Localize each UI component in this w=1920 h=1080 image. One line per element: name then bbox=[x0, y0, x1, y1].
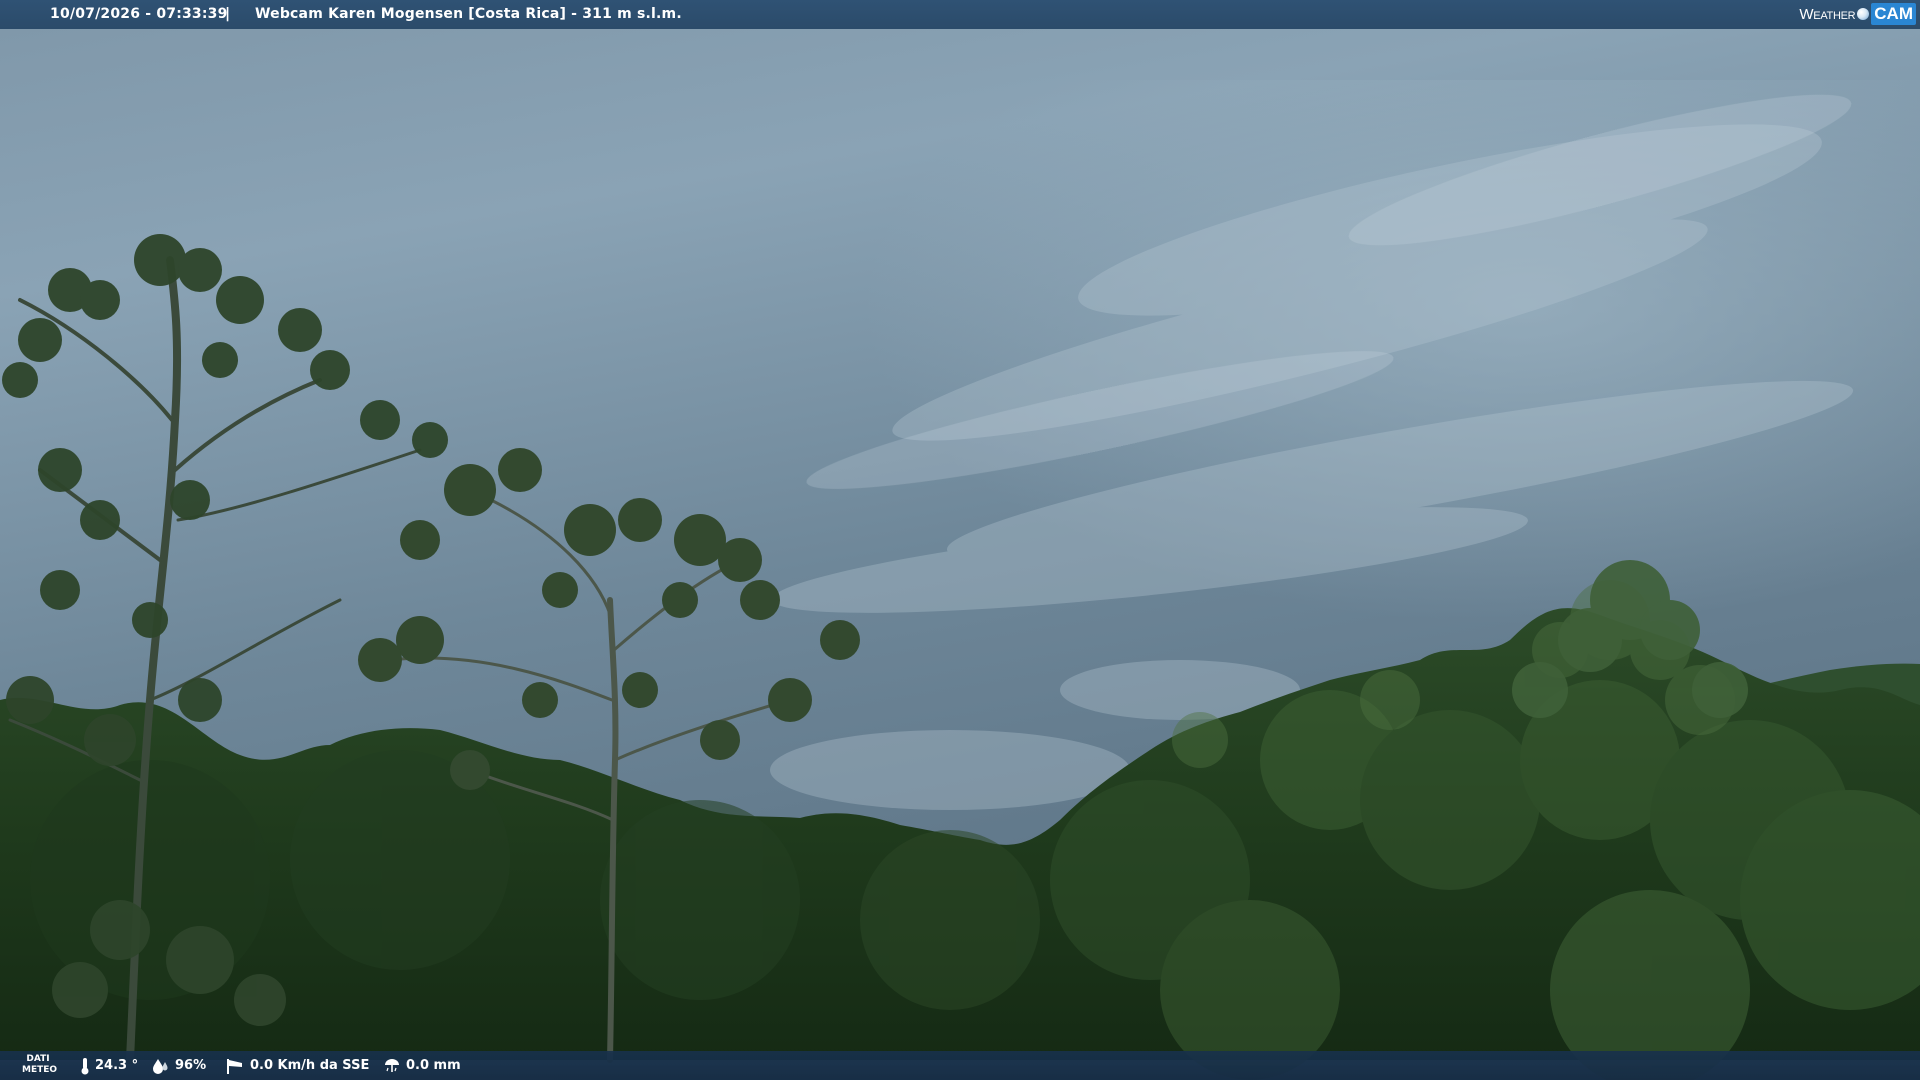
weather-data-bar: DATI METEO 24.3 ° 96% 0.0 Km/h da SSE 0.… bbox=[0, 1051, 1920, 1080]
webcam-image bbox=[0, 0, 1920, 1080]
logo-word-weather: Weather bbox=[1799, 5, 1856, 23]
rain-value: 0.0 mm bbox=[406, 1058, 461, 1073]
humidity-drop-icon bbox=[152, 1058, 170, 1074]
logo-word-cam: CAM bbox=[1871, 3, 1916, 25]
temperature-value: 24.3 ° bbox=[95, 1058, 139, 1073]
humidity-readout: 96% bbox=[152, 1051, 206, 1080]
globe-icon bbox=[1857, 8, 1870, 20]
webcam-caption: Webcam Karen Mogensen [Costa Rica] - 311… bbox=[255, 6, 682, 22]
wind-value: 0.0 Km/h da SSE bbox=[250, 1058, 370, 1073]
rain-gauge-icon bbox=[383, 1057, 401, 1075]
thermometer-icon bbox=[80, 1057, 90, 1075]
header-bar: 10/07/2026 - 07:33:39 | Webcam Karen Mog… bbox=[0, 0, 1920, 29]
weathercam-logo: Weather CAM bbox=[1799, 2, 1916, 26]
timestamp: 10/07/2026 - 07:33:39 bbox=[50, 6, 228, 22]
wind-sock-icon bbox=[225, 1057, 245, 1075]
separator: | bbox=[225, 6, 231, 22]
rain-readout: 0.0 mm bbox=[383, 1051, 461, 1080]
dati-meteo-label: DATI METEO bbox=[22, 1054, 58, 1075]
webcam-frame: 10/07/2026 - 07:33:39 | Webcam Karen Mog… bbox=[0, 0, 1920, 1080]
temperature-readout: 24.3 ° bbox=[80, 1051, 138, 1080]
humidity-value: 96% bbox=[175, 1058, 207, 1073]
wind-readout: 0.0 Km/h da SSE bbox=[225, 1051, 369, 1080]
